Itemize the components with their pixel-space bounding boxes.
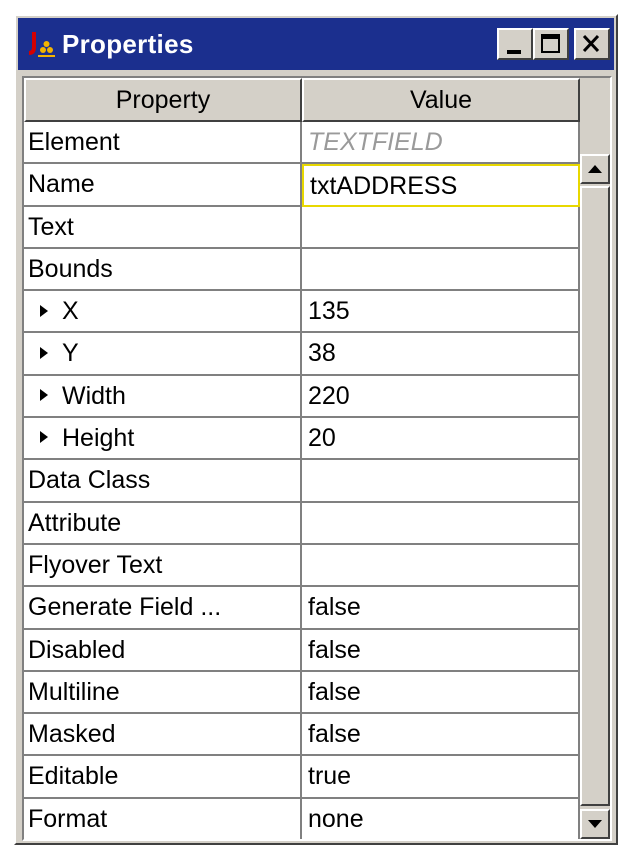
table-row-masked[interactable]: Masked false — [24, 714, 580, 757]
arrow-down-icon — [588, 820, 602, 828]
property-name-cell: Width — [24, 375, 302, 419]
property-name: Editable — [24, 756, 302, 799]
table-row-bounds[interactable]: Bounds — [24, 248, 580, 292]
property-value[interactable] — [302, 206, 580, 249]
property-name-cell: Y — [24, 333, 302, 376]
property-value[interactable]: false — [302, 629, 580, 672]
property-value — [302, 248, 580, 292]
table-body: Element TEXTFIELD Name txtADDRESS Text B… — [24, 122, 580, 839]
maximize-icon — [541, 34, 560, 53]
property-value[interactable]: 220 — [302, 375, 580, 419]
property-name: Disabled — [24, 629, 302, 672]
property-value[interactable]: false — [302, 587, 580, 630]
property-name: Flyover Text — [24, 544, 302, 588]
table-row-multiline[interactable]: Multiline false — [24, 671, 580, 715]
header-corner — [580, 78, 610, 122]
property-value[interactable]: none — [302, 798, 580, 839]
property-name: Generate Field ... — [24, 587, 302, 630]
maximize-button[interactable] — [533, 28, 569, 60]
property-name: Name — [24, 164, 302, 207]
property-name: Data Class — [24, 460, 302, 503]
properties-window: Properties Property Value Element TEXTFI… — [14, 14, 618, 845]
scrollbar-thumb[interactable] — [580, 186, 610, 806]
table-row-width[interactable]: Width 220 — [24, 375, 580, 419]
minimize-icon — [507, 50, 521, 54]
property-value[interactable]: 135 — [302, 291, 580, 334]
property-value[interactable]: false — [302, 671, 580, 715]
property-name: Y — [62, 339, 79, 368]
triangle-right-icon[interactable] — [40, 346, 48, 359]
property-value[interactable]: true — [302, 756, 580, 799]
table-row-name[interactable]: Name txtADDRESS — [24, 164, 580, 207]
property-name: Element — [24, 122, 302, 165]
property-name-cell: Height — [24, 418, 302, 461]
property-name: Text — [24, 206, 302, 249]
property-name: Attribute — [24, 502, 302, 545]
property-name: Height — [62, 424, 135, 453]
triangle-right-icon[interactable] — [40, 431, 48, 444]
scroll-up-button[interactable] — [580, 154, 610, 184]
property-name: Format — [24, 798, 302, 839]
table-row-attribute[interactable]: Attribute — [24, 502, 580, 545]
property-name: Multiline — [24, 671, 302, 715]
name-value-field[interactable]: txtADDRESS — [302, 164, 580, 207]
table-row-text[interactable]: Text — [24, 206, 580, 249]
table-row-element[interactable]: Element TEXTFIELD — [24, 122, 580, 165]
triangle-right-icon[interactable] — [40, 304, 48, 317]
table-row-disabled[interactable]: Disabled false — [24, 629, 580, 672]
close-icon — [582, 34, 600, 53]
vertical-scrollbar[interactable] — [580, 122, 610, 839]
property-value[interactable] — [302, 502, 580, 545]
column-header-property[interactable]: Property — [24, 78, 302, 122]
column-header-value[interactable]: Value — [302, 78, 580, 122]
property-name-cell: X — [24, 291, 302, 334]
property-value[interactable]: 20 — [302, 418, 580, 461]
close-button[interactable] — [574, 28, 610, 60]
arrow-up-icon — [588, 165, 602, 173]
scroll-down-button[interactable] — [580, 809, 610, 839]
java-icon — [28, 32, 55, 57]
property-name: X — [62, 297, 79, 326]
property-value[interactable] — [302, 460, 580, 503]
property-name: Bounds — [24, 248, 302, 292]
table-row-format[interactable]: Format none — [24, 798, 580, 839]
title-bar[interactable]: Properties — [18, 18, 614, 70]
property-name: Width — [62, 381, 126, 410]
triangle-right-icon[interactable] — [40, 389, 48, 402]
table-row-data-class[interactable]: Data Class — [24, 460, 580, 503]
table-row-height[interactable]: Height 20 — [24, 418, 580, 461]
table-row-editable[interactable]: Editable true — [24, 756, 580, 799]
table-row-generate-field[interactable]: Generate Field ... false — [24, 587, 580, 630]
table-row-y[interactable]: Y 38 — [24, 333, 580, 376]
properties-table: Property Value Element TEXTFIELD Name tx… — [22, 76, 612, 841]
minimize-button[interactable] — [497, 28, 533, 60]
property-value[interactable] — [302, 544, 580, 588]
table-row-flyover-text[interactable]: Flyover Text — [24, 544, 580, 588]
property-value: TEXTFIELD — [302, 122, 580, 165]
window-title: Properties — [62, 29, 194, 59]
property-name: Masked — [24, 714, 302, 757]
table-row-x[interactable]: X 135 — [24, 291, 580, 334]
property-value[interactable]: false — [302, 714, 580, 757]
property-value[interactable]: 38 — [302, 333, 580, 376]
